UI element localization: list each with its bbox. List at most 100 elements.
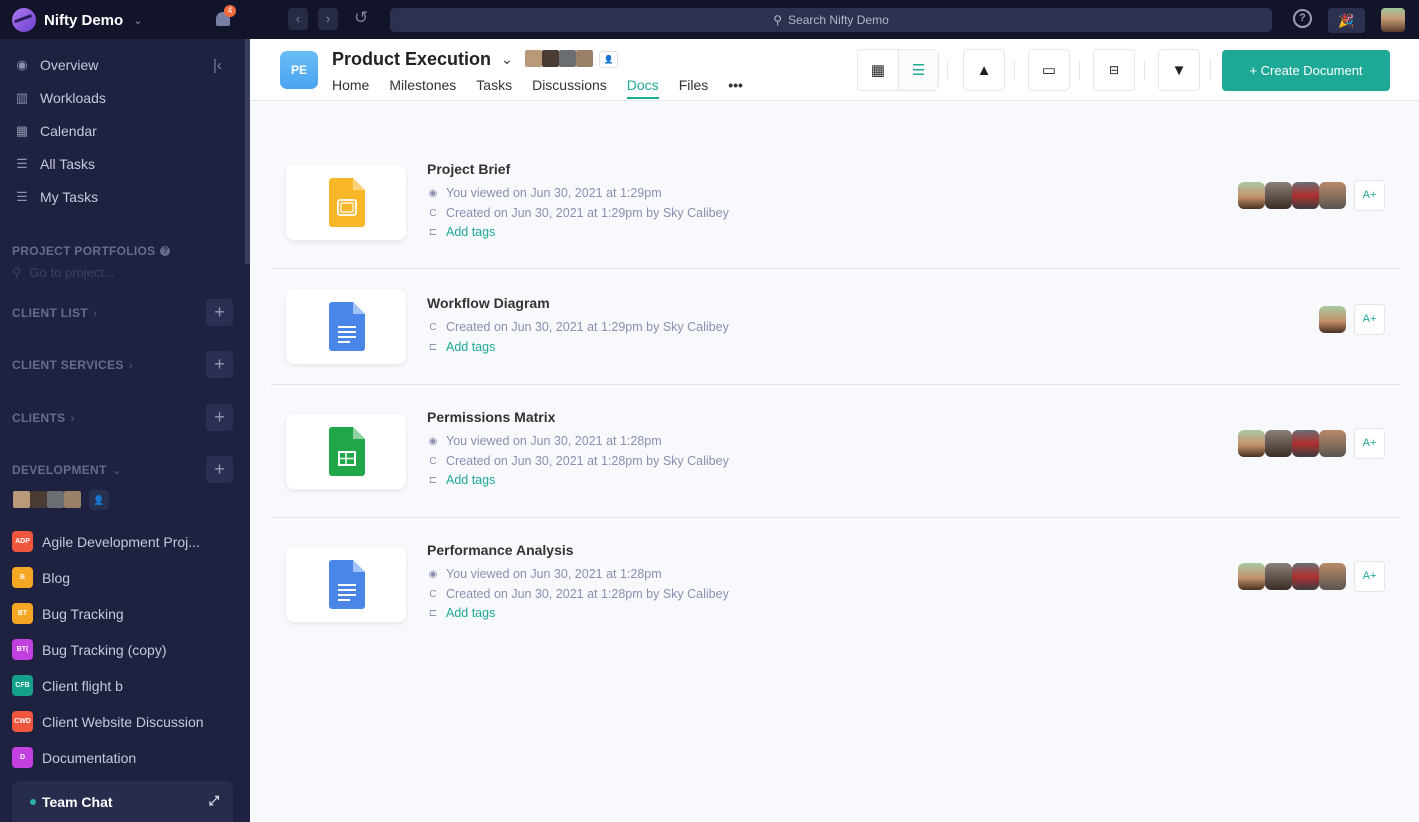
project-item[interactable]: BT Bug Tracking bbox=[12, 603, 124, 624]
doc-title[interactable]: Permissions Matrix bbox=[427, 409, 555, 425]
history-icon[interactable]: ↺ bbox=[354, 8, 368, 28]
doc-members[interactable] bbox=[1238, 563, 1346, 590]
team-chat-button[interactable]: Team Chat ⤢ bbox=[12, 781, 233, 822]
tab-docs[interactable]: Docs bbox=[626, 77, 659, 99]
sidebar-item-calendar[interactable]: ▦ Calendar bbox=[14, 123, 97, 139]
doc-row[interactable]: Project Brief ◉ You viewed on Jun 30, 20… bbox=[270, 140, 1400, 269]
add-member-button[interactable]: A+ bbox=[1354, 180, 1385, 211]
project-item[interactable]: B Blog bbox=[12, 567, 70, 588]
doc-row[interactable]: Performance Analysis ◉ You viewed on Jun… bbox=[270, 518, 1400, 648]
add-tags-link[interactable]: ⊏ Add tags bbox=[427, 340, 496, 354]
add-project-button[interactable]: + bbox=[206, 404, 233, 431]
archive-button[interactable]: ⊟ bbox=[1093, 49, 1135, 91]
help-icon[interactable]: ? bbox=[1293, 9, 1312, 28]
project-item[interactable]: BT( Bug Tracking (copy) bbox=[12, 639, 167, 660]
chevron-right-icon: › bbox=[70, 411, 75, 425]
sidebar-item-overview[interactable]: ◉ Overview bbox=[14, 57, 98, 73]
add-project-button[interactable]: + bbox=[206, 456, 233, 483]
back-button[interactable]: ‹ bbox=[288, 8, 308, 30]
project-badge: CWD bbox=[12, 711, 33, 732]
doc-members[interactable] bbox=[1238, 182, 1346, 209]
project-label: Blog bbox=[42, 569, 71, 586]
sidebar-item-my-tasks[interactable]: ☰ My Tasks bbox=[14, 189, 98, 205]
add-member-button[interactable]: 👤 bbox=[89, 490, 109, 510]
chevron-right-icon: › bbox=[128, 358, 133, 372]
doc-thumbnail[interactable] bbox=[286, 289, 406, 364]
go-to-project-input[interactable]: ⚲ Go to project... bbox=[12, 265, 115, 281]
doc-title[interactable]: Project Brief bbox=[427, 161, 510, 177]
search-input[interactable]: ⚲ Search Nifty Demo bbox=[390, 8, 1272, 32]
doc-title[interactable]: Workflow Diagram bbox=[427, 295, 550, 311]
list-view-button[interactable]: ☰ bbox=[898, 50, 938, 90]
user-avatar[interactable] bbox=[1381, 8, 1405, 32]
folder-button[interactable]: ▭ bbox=[1028, 49, 1070, 91]
doc-row[interactable]: Workflow Diagram C Created on Jun 30, 20… bbox=[270, 269, 1400, 385]
portfolio-clients[interactable]: CLIENTS › bbox=[12, 411, 75, 425]
doc-members[interactable] bbox=[1238, 430, 1346, 457]
add-tags-link[interactable]: ⊏ Add tags bbox=[427, 473, 496, 487]
project-item[interactable]: CWD Client Website Discussion bbox=[12, 711, 204, 732]
project-item[interactable]: D Documentation bbox=[12, 747, 136, 768]
portfolio-client-services[interactable]: CLIENT SERVICES › bbox=[12, 358, 133, 372]
tab-files[interactable]: Files bbox=[679, 77, 709, 99]
add-tags-link[interactable]: ⊏ Add tags bbox=[427, 225, 496, 239]
created-text: Created on Jun 30, 2021 at 1:29pm by Sky… bbox=[446, 320, 729, 334]
portfolio-development[interactable]: DEVELOPMENT ⌄ bbox=[12, 463, 122, 477]
add-project-button[interactable]: + bbox=[206, 351, 233, 378]
help-icon[interactable]: ? bbox=[160, 246, 171, 256]
google-drive-button[interactable]: ▲ bbox=[963, 49, 1005, 91]
online-status-dot bbox=[30, 798, 36, 805]
divider bbox=[1144, 61, 1145, 79]
tab-milestones[interactable]: Milestones bbox=[389, 77, 456, 99]
notifications-button[interactable]: 4 bbox=[213, 5, 236, 30]
doc-viewed: ◉ You viewed on Jun 30, 2021 at 1:28pm bbox=[427, 567, 662, 581]
google-slides-icon bbox=[329, 178, 365, 227]
tab-home[interactable]: Home bbox=[332, 77, 369, 99]
workspace-switcher[interactable]: Nifty Demo ⌄ bbox=[12, 8, 142, 32]
grid-view-button[interactable]: ▦ bbox=[858, 50, 898, 90]
sidebar-item-workloads[interactable]: ▥ Workloads bbox=[14, 90, 106, 106]
tab-tasks[interactable]: Tasks bbox=[476, 77, 512, 99]
forward-button[interactable]: › bbox=[318, 8, 338, 30]
doc-row[interactable]: Permissions Matrix ◉ You viewed on Jun 3… bbox=[270, 385, 1400, 518]
tab-discussions[interactable]: Discussions bbox=[532, 77, 607, 99]
more-tabs-button[interactable]: ••• bbox=[728, 77, 743, 99]
project-label: Client Website Discussion bbox=[42, 713, 204, 730]
add-member-button[interactable]: A+ bbox=[1354, 561, 1385, 592]
member-avatar bbox=[1319, 430, 1346, 457]
project-title[interactable]: Product Execution ⌄ bbox=[332, 49, 513, 70]
refresh-icon: C bbox=[429, 455, 437, 467]
whats-new-party-icon[interactable]: 🎉 bbox=[1328, 8, 1365, 33]
member-avatar bbox=[1292, 182, 1319, 209]
viewed-text: You viewed on Jun 30, 2021 at 1:28pm bbox=[446, 434, 662, 448]
filter-button[interactable]: ▼ bbox=[1158, 49, 1200, 91]
doc-thumbnail[interactable] bbox=[286, 547, 406, 622]
project-members[interactable] bbox=[525, 50, 593, 67]
doc-title[interactable]: Performance Analysis bbox=[427, 542, 574, 558]
tag-icon: ⊏ bbox=[428, 607, 438, 619]
member-avatar bbox=[30, 491, 47, 508]
portfolio-label: DEVELOPMENT bbox=[12, 463, 107, 477]
portfolio-members[interactable] bbox=[13, 491, 81, 508]
add-tags-link[interactable]: ⊏ Add tags bbox=[427, 606, 496, 620]
doc-viewed: ◉ You viewed on Jun 30, 2021 at 1:28pm bbox=[427, 434, 662, 448]
member-avatar bbox=[1238, 430, 1265, 457]
project-item[interactable]: CFB Client flight b bbox=[12, 675, 123, 696]
create-document-button[interactable]: + Create Document bbox=[1222, 50, 1390, 91]
add-project-button[interactable]: + bbox=[206, 299, 233, 326]
doc-thumbnail[interactable] bbox=[286, 414, 406, 489]
doc-members[interactable] bbox=[1319, 306, 1346, 333]
collapse-sidebar-icon[interactable]: |‹ bbox=[213, 57, 222, 74]
add-member-button[interactable]: A+ bbox=[1354, 304, 1385, 335]
member-avatar bbox=[542, 50, 559, 67]
project-item[interactable]: ADP Agile Development Proj... bbox=[12, 531, 200, 552]
tag-icon: ⊏ bbox=[428, 474, 438, 486]
add-member-button[interactable]: 👤 bbox=[599, 51, 618, 68]
project-badge: BT( bbox=[12, 639, 33, 660]
chevron-down-icon: ⌄ bbox=[111, 463, 123, 477]
sidebar-item-all-tasks[interactable]: ☰ All Tasks bbox=[14, 156, 95, 172]
doc-thumbnail[interactable] bbox=[286, 165, 406, 240]
portfolio-client-list[interactable]: CLIENT LIST › bbox=[12, 306, 97, 320]
add-member-button[interactable]: A+ bbox=[1354, 428, 1385, 459]
expand-icon[interactable]: ⤢ bbox=[209, 793, 219, 809]
